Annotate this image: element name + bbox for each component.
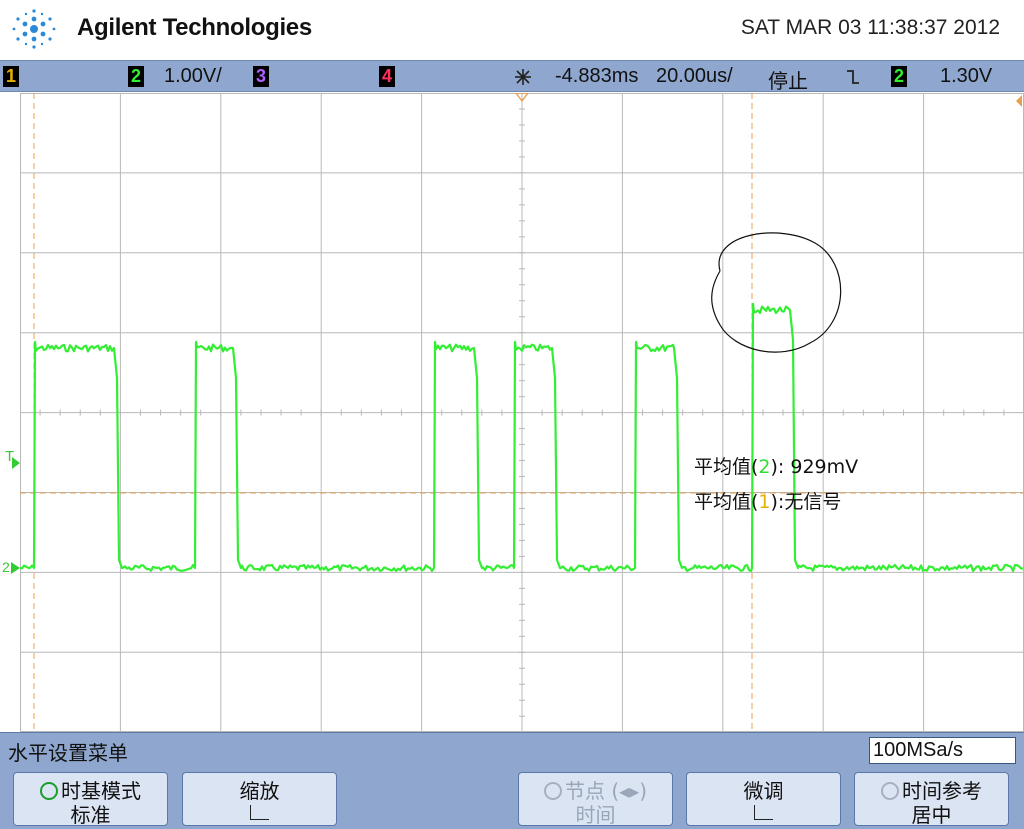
agilent-spark-logo-icon <box>12 9 56 49</box>
delay-marker <box>1016 95 1022 107</box>
rotate-knob-icon <box>543 782 562 800</box>
ground-marker-icon <box>11 562 20 574</box>
status-bar: 1 2 1.00V/ 3 4 -4.883ms 20.00us/ 停止 2 1.… <box>0 60 1024 93</box>
menu-title: 水平设置菜单 <box>8 741 128 765</box>
measurement-ch2-mean: 平均值(2): 929mV <box>694 456 859 478</box>
horizontal-delay-icon <box>515 69 531 85</box>
run-state: 停止 <box>768 71 808 93</box>
waveform-display[interactable] <box>20 93 1024 732</box>
channel-4-indicator[interactable]: 4 <box>379 66 395 87</box>
time-delay: -4.883ms <box>555 65 639 87</box>
rotate-knob-icon <box>40 782 58 800</box>
graticule <box>20 93 1024 732</box>
channel-2-ground-marker: 2 <box>2 559 10 575</box>
measurement-ch1-mean: 平均值(1):无信号 <box>694 491 842 513</box>
trigger-marker-icon <box>12 457 20 469</box>
trigger-source-indicator: 2 <box>891 66 907 87</box>
timebase-mode-softkey[interactable]: 时基模式 标准 <box>13 772 168 827</box>
rotate-knob-icon <box>881 782 899 800</box>
zoom-checkbox-icon[interactable] <box>250 805 269 820</box>
channel-2-indicator[interactable]: 2 <box>128 66 144 87</box>
title-bar: Agilent Technologies SAT MAR 03 11:38:37… <box>0 0 1024 60</box>
fine-checkbox-icon[interactable] <box>754 805 773 820</box>
brand-name: Agilent Technologies <box>77 14 312 41</box>
channel-2-scale: 1.00V/ <box>164 65 222 87</box>
sample-rate: 100MSa/s <box>869 737 1016 764</box>
softkey-menu: 水平设置菜单 100MSa/s 时基模式 标准 缩放 节点 (◂▸) 时间 微调… <box>0 732 1024 829</box>
hand-drawn-circle-annotation <box>711 232 842 353</box>
date-time: SAT MAR 03 11:38:37 2012 <box>740 16 1000 39</box>
trigger-level: 1.30V <box>940 65 993 87</box>
trigger-edge-icon <box>847 70 859 84</box>
fine-adjust-softkey[interactable]: 微调 <box>686 772 841 826</box>
channel-1-indicator[interactable]: 1 <box>3 66 19 87</box>
channel-3-indicator[interactable]: 3 <box>253 66 269 87</box>
navigate-time-softkey[interactable]: 节点 (◂▸) 时间 <box>518 772 673 827</box>
zoom-softkey[interactable]: 缩放 <box>182 772 337 826</box>
time-reference-softkey[interactable]: 时间参考 居中 <box>854 772 1009 827</box>
time-scale: 20.00us/ <box>656 65 733 87</box>
